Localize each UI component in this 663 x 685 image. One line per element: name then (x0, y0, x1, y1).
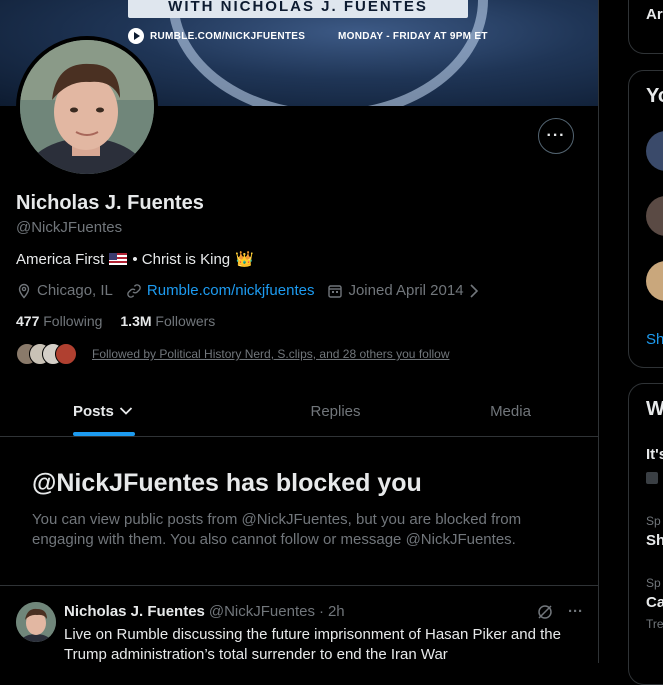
trend-item[interactable]: Sh (646, 532, 663, 549)
profile-avatar[interactable] (16, 36, 158, 178)
location-pin-icon (18, 283, 30, 299)
grok-icon[interactable] (536, 603, 554, 621)
active-tab-indicator (73, 432, 135, 436)
calendar-icon (328, 284, 343, 298)
suggested-avatar[interactable] (646, 196, 663, 236)
trend-category: Sp (646, 576, 661, 590)
sidebar-card1-text: Ar (646, 6, 663, 23)
tweet-actions: ··· (536, 603, 583, 621)
suggested-avatar[interactable] (646, 131, 663, 171)
bio-text-start: America First (16, 250, 105, 268)
who-to-follow-title: Yo (646, 85, 663, 107)
follow-counts: 477 Following 1.3M Followers (16, 313, 215, 329)
tab-posts[interactable]: Posts (0, 386, 248, 436)
followers-count: 1.3M (120, 313, 152, 329)
suggested-avatar[interactable] (646, 261, 663, 301)
profile-column: WITH NICHOLAS J. FUENTES RUMBLE.COM/NICK… (0, 0, 599, 663)
right-sidebar: Ar Yo Sh W It's Sp Sh Sp Ca Tre (628, 0, 663, 685)
banner-title: WITH NICHOLAS J. FUENTES (128, 0, 468, 18)
tweet-separator: · (318, 603, 324, 620)
divider (0, 585, 598, 586)
followed-by-row[interactable]: Followed by Political History Nerd, S.cl… (16, 343, 450, 365)
followers-label: Followers (155, 313, 216, 329)
banner-link-text: RUMBLE.COM/NICKJFUENTES (150, 30, 306, 42)
tweet-header: Nicholas J. Fuentes @NickJFuentes · 2h (64, 603, 345, 620)
tweet-handle[interactable]: @NickJFuentes (209, 603, 315, 620)
blocked-description: You can view public posts from @NickJFue… (32, 511, 522, 548)
play-icon (128, 28, 144, 44)
tab-replies[interactable]: Replies (248, 386, 423, 436)
profile-tabs: Posts Replies Media (0, 386, 598, 437)
joined-item[interactable]: Joined April 2014 (327, 282, 478, 299)
profile-meta: Chicago, IL Rumble.com/nickjfuentes Join… (16, 282, 492, 299)
link-icon (127, 283, 141, 298)
location-item: Chicago, IL (16, 282, 113, 299)
joined-text: Joined April 2014 (348, 282, 464, 299)
followed-by-avatars (16, 343, 77, 365)
tweet-time[interactable]: 2h (328, 603, 345, 620)
tweet-avatar[interactable] (16, 602, 56, 642)
sidebar-card-top: Ar (628, 0, 663, 54)
bio-text-mid: • Christ is King (132, 250, 231, 268)
trend-item[interactable]: Ca (646, 594, 663, 611)
tab-media[interactable]: Media (423, 386, 598, 436)
location-text: Chicago, IL (37, 282, 113, 299)
profile-name: Nicholas J. Fuentes (16, 192, 204, 214)
profile-handle: @NickJFuentes (16, 219, 123, 236)
chevron-down-icon (119, 407, 132, 415)
show-more-link[interactable]: Sh (646, 331, 663, 348)
tab-posts-label: Posts (73, 402, 114, 420)
crown-icon: 👑 (235, 251, 254, 268)
us-flag-icon (109, 253, 128, 265)
banner-schedule: MONDAY - FRIDAY AT 9PM ET (338, 31, 488, 42)
following-count: 477 (16, 313, 40, 329)
chevron-right-icon (469, 283, 478, 298)
tweet-text: Live on Rumble discussing the future imp… (64, 626, 561, 663)
tweet-author[interactable]: Nicholas J. Fuentes (64, 603, 205, 620)
trends-title: W (646, 398, 663, 420)
tweet-more-button[interactable]: ··· (568, 603, 583, 621)
following-link[interactable]: 477 Following (16, 313, 102, 329)
trend-icon (646, 472, 658, 484)
following-label: Following (43, 313, 103, 329)
followed-by-text[interactable]: Followed by Political History Nerd, S.cl… (92, 347, 450, 361)
trend-category: Tre (646, 617, 663, 631)
website-link[interactable]: Rumble.com/nickjfuentes (147, 282, 315, 299)
profile-bio: America First • Christ is King 👑 (16, 250, 254, 269)
trend-item[interactable]: It's (646, 446, 663, 463)
blocked-title: @NickJFuentes has blocked you (32, 469, 422, 497)
website-item[interactable]: Rumble.com/nickjfuentes (126, 282, 315, 299)
follower-avatar (55, 343, 77, 365)
followers-link[interactable]: 1.3M Followers (120, 313, 215, 329)
banner-link: RUMBLE.COM/NICKJFUENTES (128, 28, 305, 44)
trend-category: Sp (646, 514, 661, 528)
profile-more-button[interactable]: ··· (538, 118, 574, 154)
trends-card: W It's Sp Sh Sp Ca Tre (628, 383, 663, 685)
who-to-follow-card: Yo Sh (628, 70, 663, 368)
